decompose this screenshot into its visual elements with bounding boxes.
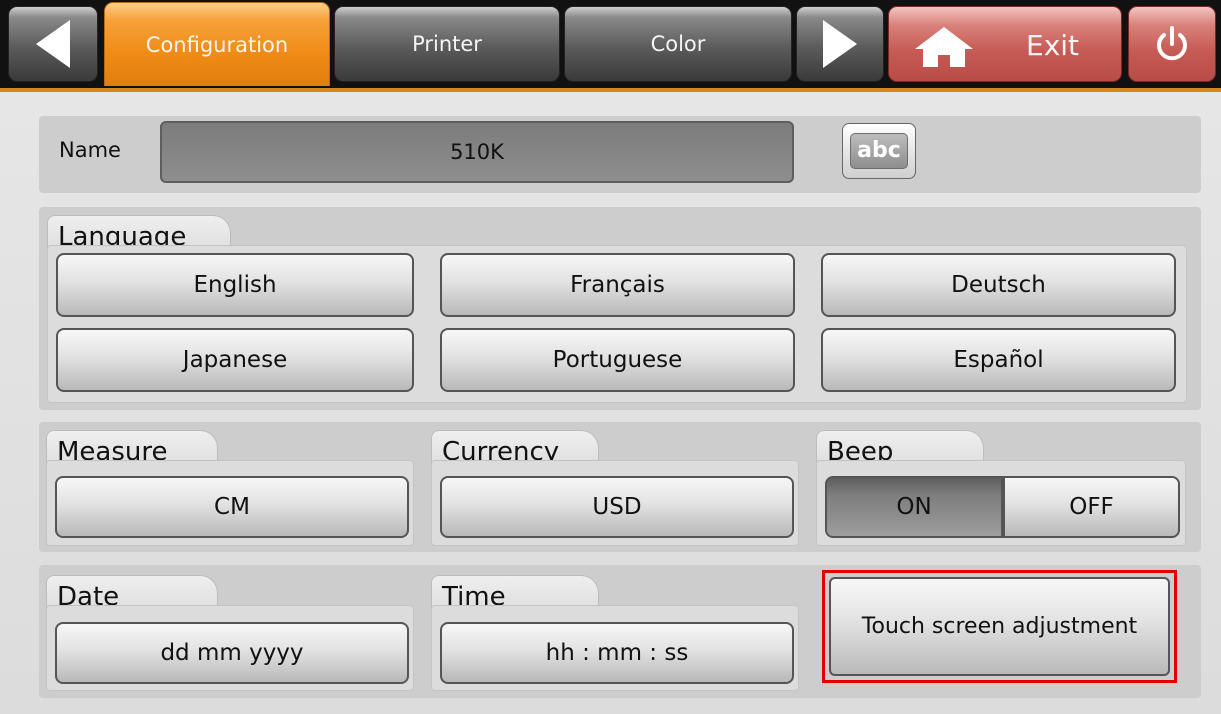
datetime-section: Date dd mm yyyy Time hh : mm : ss Touch … bbox=[39, 565, 1201, 698]
option-label: Français bbox=[570, 272, 665, 298]
language-option-espanol[interactable]: Español bbox=[821, 328, 1176, 392]
beep-on-label: ON bbox=[896, 494, 932, 520]
language-option-japanese[interactable]: Japanese bbox=[56, 328, 414, 392]
home-icon bbox=[915, 27, 973, 67]
beep-off-label: OFF bbox=[1069, 494, 1114, 520]
beep-on-button[interactable]: ON bbox=[825, 476, 1003, 538]
option-label: Portuguese bbox=[552, 347, 683, 373]
touch-screen-adjustment-inner[interactable]: Touch screen adjustment bbox=[829, 577, 1170, 676]
tab-label: Configuration bbox=[145, 32, 289, 57]
tab-color[interactable]: Color bbox=[564, 6, 792, 82]
date-format-button[interactable]: dd mm yyyy bbox=[55, 622, 409, 684]
time-format-button[interactable]: hh : mm : ss bbox=[440, 622, 794, 684]
option-label: Japanese bbox=[182, 347, 288, 373]
language-section: Language English Français Deutsch Japane… bbox=[39, 207, 1201, 410]
time-format-value: hh : mm : ss bbox=[545, 640, 689, 666]
language-option-english[interactable]: English bbox=[56, 253, 414, 317]
units-section: Measure CM Currency USD Beep ON OFF bbox=[39, 422, 1201, 552]
tab-printer[interactable]: Printer bbox=[334, 6, 560, 82]
name-section: Name 510K abc bbox=[39, 116, 1201, 193]
language-group: Language English Français Deutsch Japane… bbox=[47, 215, 1187, 403]
arrow-right-icon bbox=[823, 20, 857, 68]
tab-label: Color bbox=[650, 32, 706, 56]
exit-button[interactable]: Exit bbox=[888, 6, 1122, 82]
arrow-left-icon bbox=[36, 20, 70, 68]
currency-group: Currency USD bbox=[431, 430, 799, 546]
language-option-francais[interactable]: Français bbox=[440, 253, 795, 317]
tab-configuration[interactable]: Configuration bbox=[104, 2, 330, 86]
name-label: Name bbox=[59, 138, 121, 162]
power-button[interactable] bbox=[1128, 6, 1216, 82]
option-label: Español bbox=[953, 347, 1044, 373]
beep-group: Beep ON OFF bbox=[816, 430, 1186, 546]
measure-group: Measure CM bbox=[46, 430, 414, 546]
name-input[interactable]: 510K bbox=[160, 121, 794, 183]
configuration-panel: Name 510K abc Language English Français … bbox=[0, 92, 1221, 714]
top-navigation-bar: Configuration Printer Color Exit bbox=[0, 0, 1221, 92]
keyboard-button[interactable]: abc bbox=[842, 123, 916, 179]
language-option-portuguese[interactable]: Portuguese bbox=[440, 328, 795, 392]
measure-value: CM bbox=[214, 494, 250, 520]
previous-tab-button[interactable] bbox=[8, 6, 98, 82]
option-label: English bbox=[193, 272, 277, 298]
currency-button[interactable]: USD bbox=[440, 476, 794, 538]
beep-off-button[interactable]: OFF bbox=[1003, 476, 1180, 538]
tab-label: Printer bbox=[412, 32, 482, 56]
exit-label: Exit bbox=[1026, 29, 1080, 62]
next-tab-button[interactable] bbox=[796, 6, 884, 82]
measure-button[interactable]: CM bbox=[55, 476, 409, 538]
touch-screen-adjustment-label: Touch screen adjustment bbox=[861, 614, 1138, 639]
date-format-value: dd mm yyyy bbox=[160, 640, 304, 666]
name-value: 510K bbox=[450, 140, 504, 164]
power-icon bbox=[1157, 26, 1187, 61]
time-group: Time hh : mm : ss bbox=[431, 575, 799, 691]
option-label: Deutsch bbox=[951, 272, 1046, 298]
language-option-deutsch[interactable]: Deutsch bbox=[821, 253, 1176, 317]
abc-keyboard-icon: abc bbox=[850, 133, 908, 169]
touch-screen-adjustment-button[interactable]: Touch screen adjustment bbox=[822, 570, 1177, 683]
date-group: Date dd mm yyyy bbox=[46, 575, 414, 691]
currency-value: USD bbox=[592, 494, 642, 520]
